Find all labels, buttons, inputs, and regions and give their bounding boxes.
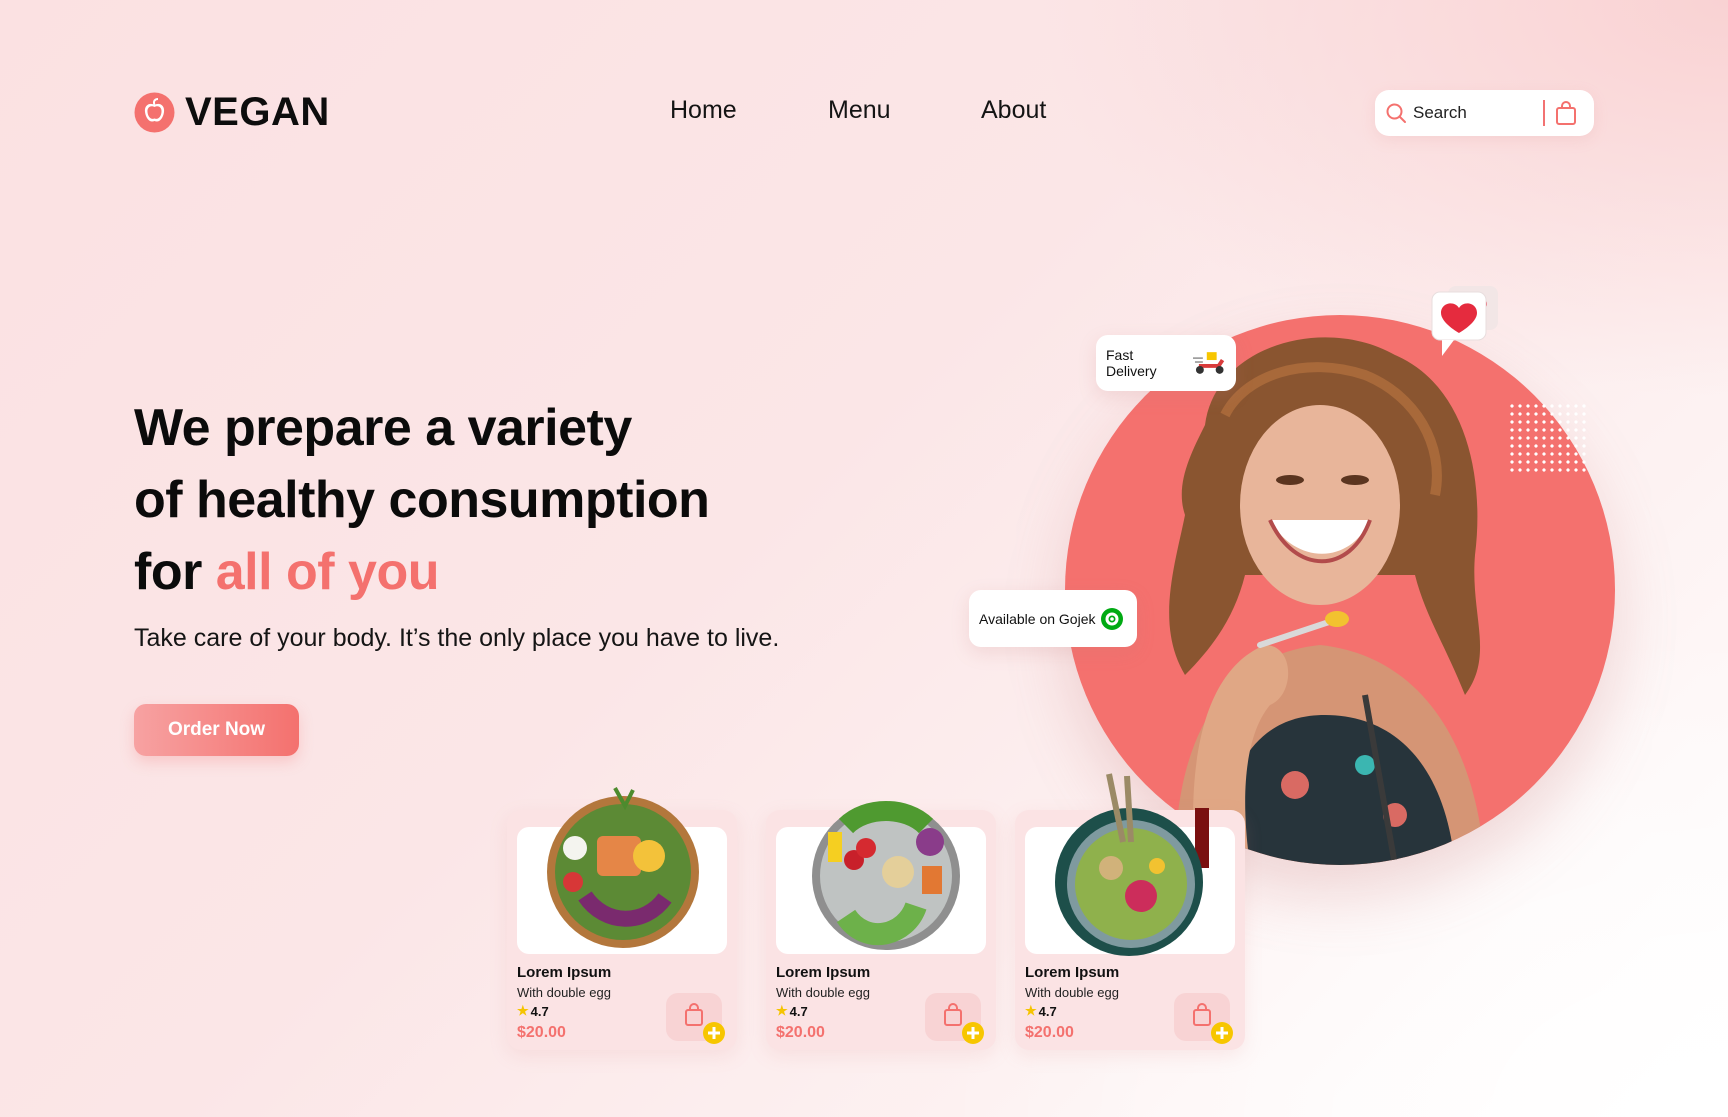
order-now-button[interactable]: Order Now — [134, 704, 299, 756]
plus-icon[interactable] — [1211, 1022, 1233, 1044]
nav-menu[interactable]: Menu — [828, 96, 891, 125]
decorative-dots — [1508, 402, 1586, 476]
gojek-badge: Available on Gojek — [969, 590, 1137, 647]
hero-title-prefix: for — [134, 543, 216, 601]
hero-subtitle: Take care of your body. It’s the only pl… — [134, 624, 780, 652]
product-card[interactable]: Lorem Ipsum With double egg ★ 4.7 $20.00 — [766, 801, 996, 1050]
product-rating: ★ 4.7 — [1025, 1003, 1057, 1019]
search-divider — [1543, 100, 1545, 126]
veggie-bowl-photo — [812, 801, 960, 950]
plus-icon[interactable] — [962, 1022, 984, 1044]
product-name: Lorem Ipsum — [776, 964, 871, 981]
product-description: With double egg — [517, 985, 611, 1000]
search-input[interactable] — [1413, 103, 1541, 123]
product-name: Lorem Ipsum — [1025, 964, 1120, 981]
shopping-bag-icon[interactable] — [1555, 100, 1577, 126]
star-icon: ★ — [517, 1003, 529, 1018]
scooter-icon — [1192, 352, 1224, 374]
search-bar — [1375, 90, 1594, 136]
hero-title-line-1: We prepare a variety — [134, 399, 632, 457]
rating-value: 4.7 — [530, 1003, 549, 1019]
shopping-bag-icon — [685, 1003, 703, 1026]
product-name: Lorem Ipsum — [517, 964, 612, 981]
rating-value: 4.7 — [1038, 1003, 1057, 1019]
nav-about[interactable]: About — [981, 96, 1046, 125]
grain-bowl-photo — [1055, 773, 1209, 956]
product-description: With double egg — [1025, 985, 1119, 1000]
hero-title: We prepare a variety of healthy consumpt… — [134, 392, 710, 608]
product-description: With double egg — [776, 985, 870, 1000]
star-icon: ★ — [776, 1003, 788, 1018]
plus-icon[interactable] — [703, 1022, 725, 1044]
gojek-icon — [1101, 607, 1124, 630]
nav-home[interactable]: Home — [670, 96, 737, 125]
star-icon: ★ — [1025, 1003, 1037, 1018]
shopping-bag-icon — [944, 1003, 962, 1026]
product-price: $20.00 — [517, 1024, 566, 1041]
fast-delivery-label: Fast Delivery — [1106, 347, 1157, 379]
salmon-bowl-photo — [547, 787, 699, 948]
fast-delivery-badge: Fast Delivery — [1096, 335, 1236, 391]
hero-title-accent: all of you — [215, 543, 440, 601]
hero-title-line-3: for all of you — [134, 536, 709, 608]
product-price: $20.00 — [1025, 1024, 1074, 1041]
product-rating: ★ 4.7 — [517, 1003, 549, 1019]
product-price: $20.00 — [776, 1024, 825, 1041]
search-icon[interactable] — [1385, 102, 1407, 124]
gojek-label: Available on Gojek — [979, 610, 1096, 627]
product-rating: ★ 4.7 — [776, 1003, 808, 1019]
shopping-bag-icon — [1193, 1003, 1211, 1026]
product-card[interactable]: Lorem Ipsum With double egg ★ 4.7 $20.00 — [1015, 773, 1245, 1050]
rating-value: 4.7 — [789, 1003, 808, 1019]
product-card[interactable]: Lorem Ipsum With double egg ★ 4.7 $20.00 — [507, 787, 737, 1050]
heart-chat-icon — [1431, 286, 1498, 356]
hero-title-line-2: of healthy consumption — [134, 471, 710, 529]
